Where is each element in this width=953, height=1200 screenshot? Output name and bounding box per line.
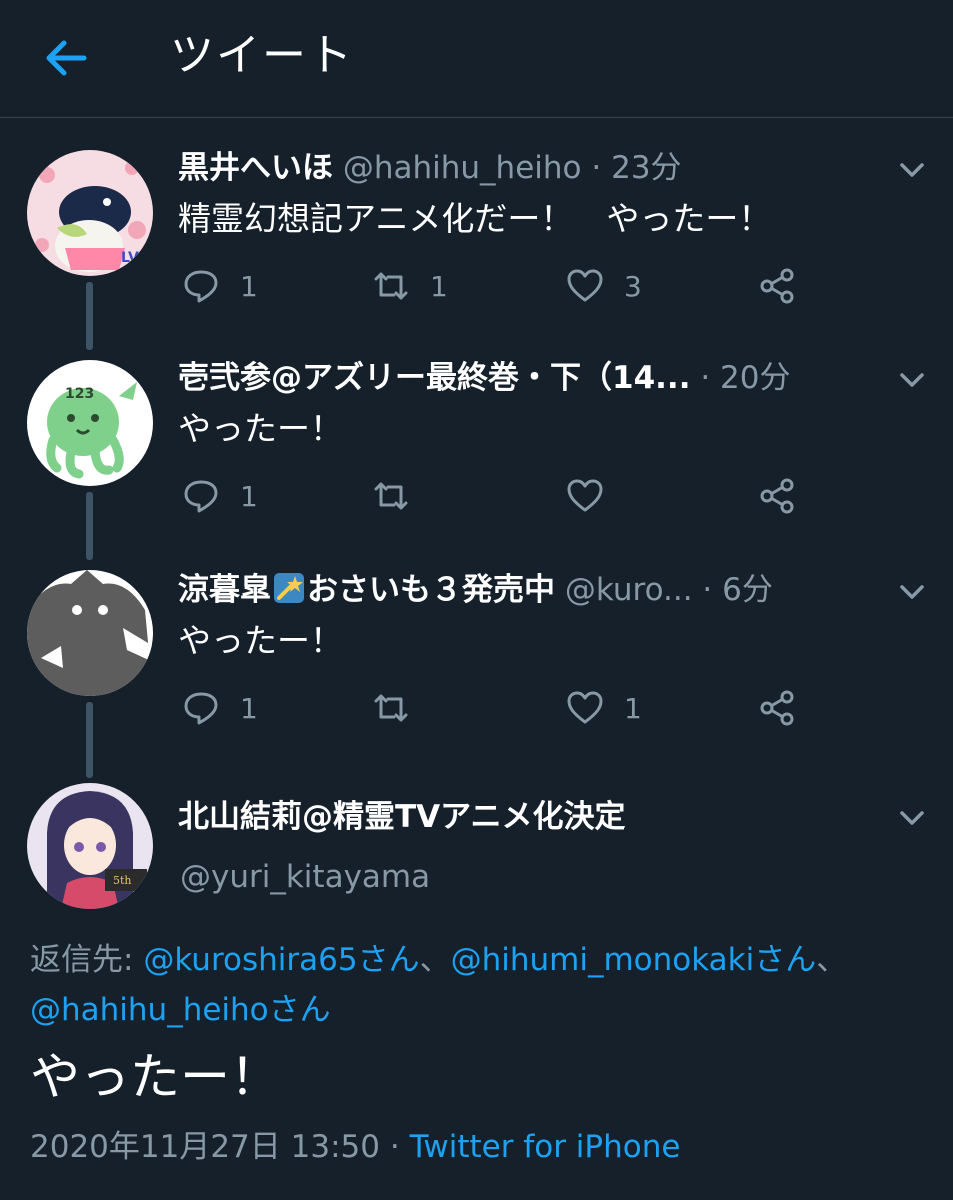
username[interactable]: @yuri_kitayama bbox=[180, 855, 430, 899]
chevron-down-icon[interactable] bbox=[896, 806, 928, 830]
display-name[interactable]: 黒井へいほ bbox=[178, 150, 333, 186]
avatar[interactable] bbox=[27, 570, 153, 696]
display-name-prefix[interactable]: 涼暮皐 bbox=[178, 572, 271, 608]
reply-to-user-link[interactable]: @hahihu_heihoさん bbox=[30, 992, 331, 1028]
svg-text:LV: LV bbox=[121, 250, 139, 266]
timestamp[interactable]: 23分 bbox=[611, 150, 681, 186]
svg-text:5th: 5th bbox=[113, 874, 132, 887]
tweet-header: 涼暮皐 おさいも３発売中 @kuro... · 6分 bbox=[178, 566, 773, 614]
reply-icon bbox=[184, 480, 218, 513]
separator: · bbox=[700, 360, 711, 396]
page-title: ツイート bbox=[170, 30, 354, 81]
reply-count: 1 bbox=[240, 479, 258, 513]
retweet-button[interactable] bbox=[372, 476, 410, 516]
separator: · bbox=[591, 150, 602, 186]
source-link[interactable]: Twitter for iPhone bbox=[410, 1129, 681, 1165]
reply-count: 1 bbox=[240, 691, 258, 725]
thread-connector bbox=[86, 492, 93, 560]
display-name[interactable]: 壱弐参@アズリー最終巻・下（14... bbox=[178, 360, 690, 396]
tweet-header: 壱弐参@アズリー最終巻・下（14... · 20分 bbox=[178, 354, 791, 402]
chevron-down-icon[interactable] bbox=[896, 158, 928, 182]
reply-icon bbox=[184, 692, 218, 725]
back-button[interactable] bbox=[38, 34, 94, 82]
tweet-header: 黒井へいほ @hahihu_heiho · 23分 bbox=[178, 144, 682, 192]
reply-to-separator: 、 bbox=[419, 942, 451, 978]
like-button[interactable] bbox=[566, 476, 604, 516]
reply-icon bbox=[184, 270, 218, 303]
share-button[interactable] bbox=[758, 476, 796, 516]
reply-button[interactable]: 1 bbox=[182, 266, 258, 306]
chevron-down-icon[interactable] bbox=[896, 368, 928, 392]
tweet-text: 精霊幻想記アニメ化だー！ やったー！ bbox=[178, 199, 772, 238]
like-count: 1 bbox=[624, 691, 642, 725]
reply-to-user-link[interactable]: @hihumi_monokakiさん bbox=[451, 942, 817, 978]
reply-button[interactable]: 1 bbox=[182, 476, 258, 516]
share-icon bbox=[760, 478, 794, 514]
share-button[interactable] bbox=[758, 688, 796, 728]
retweet-icon bbox=[374, 482, 408, 510]
display-name-suffix[interactable]: おさいも３発売中 bbox=[307, 572, 555, 608]
reply-to-label: 返信先: bbox=[30, 942, 134, 978]
reply-to-user-link[interactable]: @kuroshira65さん bbox=[143, 942, 419, 978]
retweet-button[interactable]: 1 bbox=[372, 266, 448, 306]
separator: · bbox=[702, 572, 713, 608]
author-name-row: 北山結莉@精霊TVアニメ化決定 bbox=[178, 793, 626, 841]
avatar[interactable]: 5th bbox=[27, 783, 153, 909]
username[interactable]: @kuro... bbox=[565, 572, 693, 608]
avatar[interactable]: 123 bbox=[27, 360, 153, 486]
username[interactable]: @hahihu_heiho bbox=[343, 150, 582, 186]
timestamp[interactable]: 6分 bbox=[722, 572, 773, 608]
separator: · bbox=[389, 1129, 400, 1165]
heart-icon bbox=[567, 479, 603, 512]
retweet-count: 1 bbox=[430, 269, 448, 303]
svg-text:123: 123 bbox=[65, 386, 94, 402]
retweet-button[interactable] bbox=[372, 688, 410, 728]
reply-to-separator: 、 bbox=[816, 942, 848, 978]
top-bar: ツイート bbox=[0, 0, 953, 118]
heart-icon bbox=[567, 691, 603, 724]
arrow-left-icon bbox=[46, 40, 87, 76]
reply-button[interactable]: 1 bbox=[182, 688, 258, 728]
heart-icon bbox=[567, 269, 603, 302]
tweet-text: やったー！ bbox=[178, 621, 343, 660]
tweet-text: やったー！ bbox=[30, 1048, 280, 1106]
thread-connector bbox=[86, 282, 93, 350]
reply-to: 返信先: @kuroshira65さん、@hihumi_monokakiさん、@… bbox=[30, 935, 910, 1035]
date-time[interactable]: 2020年11月27日 13:50 bbox=[30, 1129, 380, 1165]
thread-connector bbox=[86, 702, 93, 778]
chevron-down-icon[interactable] bbox=[896, 580, 928, 604]
reply-count: 1 bbox=[240, 269, 258, 303]
shooting-star-icon bbox=[274, 573, 304, 603]
share-button[interactable] bbox=[758, 266, 796, 306]
tweet-text: やったー！ bbox=[178, 409, 343, 448]
display-name[interactable]: 北山結莉@精霊TVアニメ化決定 bbox=[178, 799, 626, 835]
share-icon bbox=[760, 268, 794, 304]
like-button[interactable]: 1 bbox=[566, 688, 642, 728]
like-button[interactable]: 3 bbox=[566, 266, 642, 306]
like-count: 3 bbox=[624, 269, 642, 303]
avatar[interactable]: LV bbox=[27, 150, 153, 276]
retweet-icon bbox=[374, 272, 408, 300]
tweet-timestamp: 2020年11月27日 13:50 · Twitter for iPhone bbox=[30, 1125, 680, 1169]
timestamp[interactable]: 20分 bbox=[720, 360, 790, 396]
retweet-icon bbox=[374, 694, 408, 722]
share-icon bbox=[760, 690, 794, 726]
